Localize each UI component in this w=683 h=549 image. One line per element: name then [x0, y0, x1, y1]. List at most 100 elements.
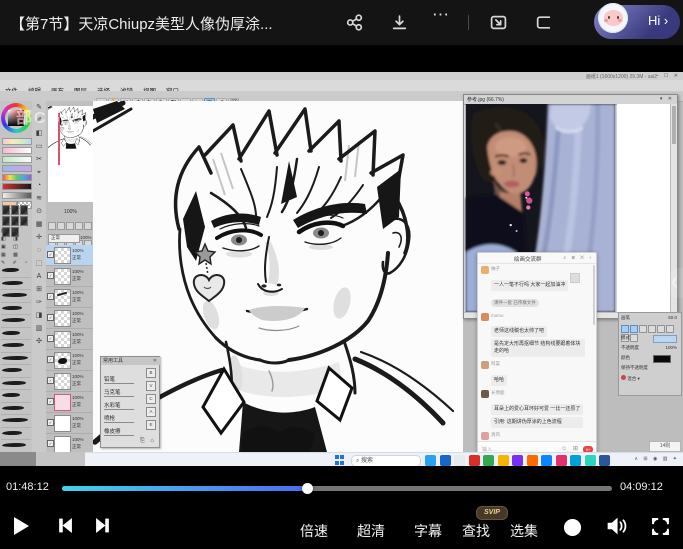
window-buttons[interactable]: – ☐ ✕ [656, 73, 680, 79]
layer-visibility-toggle[interactable]: ✓ [47, 398, 54, 405]
layer-row[interactable]: ✓100%正常 [46, 413, 95, 434]
taskbar-app-icon[interactable] [556, 455, 567, 466]
brush-stroke-item[interactable] [1, 340, 31, 353]
tool-icon[interactable]: ✛ [32, 231, 46, 244]
blend-mode-select[interactable]: 正常 [48, 234, 80, 243]
tool-icon[interactable]: ⬚ [32, 257, 46, 270]
tool-icon[interactable]: ◌ [32, 244, 46, 257]
layer-row[interactable]: ✓100%正常 [46, 371, 95, 392]
more-icon[interactable]: ⋯ [432, 5, 450, 25]
tool-icon[interactable]: ▦ [32, 218, 46, 231]
tool-icon[interactable]: ✂ [32, 153, 46, 166]
brush-stroke-item[interactable] [1, 365, 31, 378]
layer-visibility-toggle[interactable]: ✓ [47, 251, 54, 258]
tool-icon[interactable]: ▭ [32, 140, 46, 153]
layer-visibility-toggle[interactable]: ✓ [47, 293, 54, 300]
brush-panel-button[interactable] [639, 325, 647, 333]
taskbar-app-icon[interactable] [585, 455, 596, 466]
layer-visibility-toggle[interactable]: ✓ [47, 314, 54, 321]
subtitle-button[interactable]: 字幕 [414, 521, 442, 541]
speed-button[interactable]: 倍速 [300, 521, 328, 541]
layer-toolbar-button[interactable] [75, 222, 83, 230]
mini-icon-row[interactable]: ▣ ◫ ▦ ▩ [1, 243, 31, 259]
taskbar-app-icon[interactable] [599, 455, 610, 466]
chat-avatar[interactable] [481, 432, 489, 440]
quick-panel-footer-icons[interactable]: ⎘ ⌂ [140, 438, 156, 445]
chat-avatar[interactable] [481, 266, 489, 274]
layer-visibility-toggle[interactable]: ✓ [47, 272, 54, 279]
brush-panel-button[interactable] [657, 325, 665, 333]
color-strip[interactable] [2, 183, 32, 190]
brush-panel-button[interactable] [630, 325, 638, 333]
brush-panel-button[interactable] [648, 325, 656, 333]
quick-tool-row[interactable]: 铅笔B [104, 368, 156, 378]
volume-icon[interactable] [606, 517, 628, 540]
color-strip[interactable] [2, 174, 32, 181]
taskbar-app-icon[interactable] [541, 455, 552, 466]
color-strip[interactable] [2, 165, 32, 172]
layer-visibility-toggle[interactable]: ✓ [47, 356, 54, 363]
layer-row[interactable]: ✓100%正常 [46, 287, 95, 308]
brush-stroke-item[interactable] [1, 353, 31, 366]
taskbar-app-icon[interactable] [440, 455, 451, 466]
quick-tool-row[interactable]: 水彩笔C [104, 394, 156, 404]
texture-swatch[interactable] [2, 216, 10, 226]
taskbar-app-icon[interactable] [527, 455, 538, 466]
brush-stroke-item[interactable] [1, 278, 31, 291]
layer-visibility-toggle[interactable]: ✓ [47, 377, 54, 384]
taskbar-app-icon[interactable] [570, 455, 581, 466]
layer-row[interactable]: ✓100%正常 [46, 245, 95, 266]
playlist-button[interactable]: 选集 [510, 521, 538, 541]
taskbar-app-icon[interactable] [512, 455, 523, 466]
layer-row[interactable]: ✓100%正常 [46, 308, 95, 329]
brush-stroke-item[interactable] [1, 328, 31, 341]
quality-button[interactable]: 超清 [357, 521, 385, 541]
account-label[interactable]: Hi › [648, 13, 668, 28]
texture-swatch[interactable] [20, 205, 28, 215]
mini-player-icon[interactable] [535, 14, 552, 31]
system-tray[interactable]: ∧ ⊞ ◉ ▥ ✦ [634, 456, 679, 462]
brush-stroke-item[interactable] [1, 415, 31, 428]
tool-icon[interactable]: ◧ [32, 127, 46, 140]
layer-row[interactable]: ✓100%正常 [46, 329, 95, 350]
tool-icon[interactable]: ◨ [32, 309, 46, 322]
chat-scrollbar[interactable] [593, 265, 595, 325]
brush-blend-label[interactable]: 混合 ▾ [627, 376, 640, 381]
brush-stroke-item[interactable] [1, 315, 31, 328]
chat-avatar[interactable] [481, 361, 489, 369]
mini-icon-row[interactable]: ▧ ▤ ◧ ◨ [1, 227, 31, 243]
layer-visibility-toggle[interactable]: ✓ [47, 335, 54, 342]
close-icon[interactable]: ✕ [153, 358, 157, 364]
layer-toolbar-button[interactable] [48, 222, 56, 230]
tool-icon[interactable]: ◔ [32, 179, 46, 192]
layer-toolbar-button[interactable] [57, 222, 65, 230]
download-icon[interactable] [391, 14, 408, 31]
chat-titlebar-icons[interactable]: ⌕ ⊞ ✕ ‹ [563, 255, 593, 261]
chat-avatar[interactable] [481, 313, 489, 321]
fullscreen-icon[interactable] [651, 517, 670, 541]
next-episode-button[interactable] [94, 517, 112, 539]
start-button[interactable] [335, 455, 345, 465]
taskbar-app-icon[interactable] [498, 455, 509, 466]
tool-icon[interactable]: ⊞ [32, 283, 46, 296]
quick-tool-row[interactable]: 橡皮擦E [104, 420, 156, 430]
tool-icon[interactable]: ≋ [32, 192, 46, 205]
layer-toolbar-button[interactable] [84, 222, 92, 230]
brush-stroke-item[interactable] [1, 390, 31, 403]
chat-avatar[interactable] [481, 390, 489, 398]
brush-stroke-item[interactable] [1, 378, 31, 391]
tool-icon[interactable]: ✣ [32, 335, 46, 348]
texture-swatch[interactable] [2, 205, 10, 215]
chat-window[interactable]: 绘画交流群 ⌕ ⊞ ✕ ‹ 柚子一人一笔不行吗 大家一起加油冲课件一套 已传群文… [477, 252, 597, 456]
chat-message-list[interactable]: 柚子一人一笔不行吗 大家一起加油冲课件一套 已传群文件momo老师这线稿也太帅了… [478, 263, 596, 447]
photo-window-buttons[interactable]: ▾ ✕ [660, 96, 674, 102]
layer-visibility-toggle[interactable]: ✓ [47, 419, 54, 426]
layer-visibility-toggle[interactable]: ✓ [47, 440, 54, 447]
texture-swatch[interactable] [20, 216, 28, 226]
brush-stroke-item[interactable] [1, 440, 31, 453]
taskbar-app-icon[interactable] [469, 455, 480, 466]
layer-row[interactable]: ✓100%正常 [46, 266, 95, 287]
play-button[interactable] [14, 517, 29, 535]
brush-stroke-item[interactable] [1, 303, 31, 316]
tool-icon[interactable]: ✑ [32, 296, 46, 309]
